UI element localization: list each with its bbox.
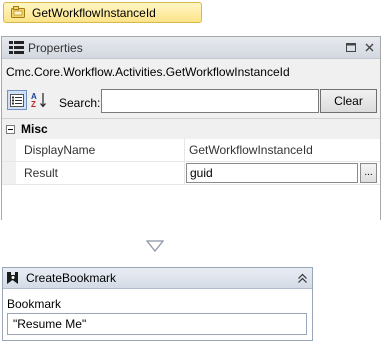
activity-icon [10, 5, 26, 21]
properties-grid-icon [8, 40, 24, 56]
bookmark-field-input[interactable] [7, 313, 307, 335]
search-input[interactable] [101, 89, 319, 113]
create-bookmark-activity[interactable]: CreateBookmark Bookmark [2, 267, 313, 341]
selected-type-name: Cmc.Core.Workflow.Activities.GetWorkflow… [6, 65, 290, 79]
properties-toolbar: A Z Search: Clear [2, 88, 380, 116]
properties-title: Properties [28, 40, 83, 55]
category-label: Misc [21, 122, 48, 136]
property-row-displayname[interactable]: DisplayName GetWorkflowInstanceId [2, 139, 380, 162]
activity-name: GetWorkflowInstanceId [32, 5, 156, 20]
close-icon[interactable] [362, 41, 376, 55]
row-gutter [2, 139, 16, 161]
properties-titlebar: Properties [2, 37, 380, 59]
search-label: Search: [59, 96, 101, 110]
ellipsis-button[interactable]: ... [360, 163, 377, 183]
svg-text:Z: Z [31, 100, 36, 109]
workflow-activity-chip[interactable]: GetWorkflowInstanceId [3, 2, 202, 23]
property-grid: Misc DisplayName GetWorkflowInstanceId R… [2, 118, 380, 220]
property-name: Result [24, 166, 59, 180]
row-gutter [2, 162, 16, 184]
collapse-toggle-icon[interactable] [6, 124, 15, 134]
result-value-input[interactable] [186, 163, 358, 183]
categorized-view-icon[interactable] [7, 90, 27, 110]
column-divider[interactable] [184, 139, 185, 161]
bookmark-icon [5, 271, 19, 285]
clear-button[interactable]: Clear [320, 89, 377, 113]
alphabetical-sort-icon[interactable]: A Z [29, 90, 49, 110]
category-row-misc[interactable]: Misc [2, 119, 380, 139]
collapse-icon[interactable] [295, 271, 309, 285]
activity-header[interactable]: CreateBookmark [3, 268, 312, 289]
property-row-result[interactable]: Result ... [2, 162, 380, 185]
flow-arrow-icon [146, 240, 164, 252]
property-name: DisplayName [24, 143, 96, 157]
bookmark-field-label: Bookmark [7, 297, 62, 311]
column-divider[interactable] [184, 162, 185, 184]
property-value[interactable]: GetWorkflowInstanceId [189, 143, 313, 157]
maximize-icon[interactable] [344, 41, 358, 55]
properties-panel: Properties Cmc.Core.Workflow.Activities.… [1, 36, 381, 220]
activity-title: CreateBookmark [26, 271, 117, 285]
